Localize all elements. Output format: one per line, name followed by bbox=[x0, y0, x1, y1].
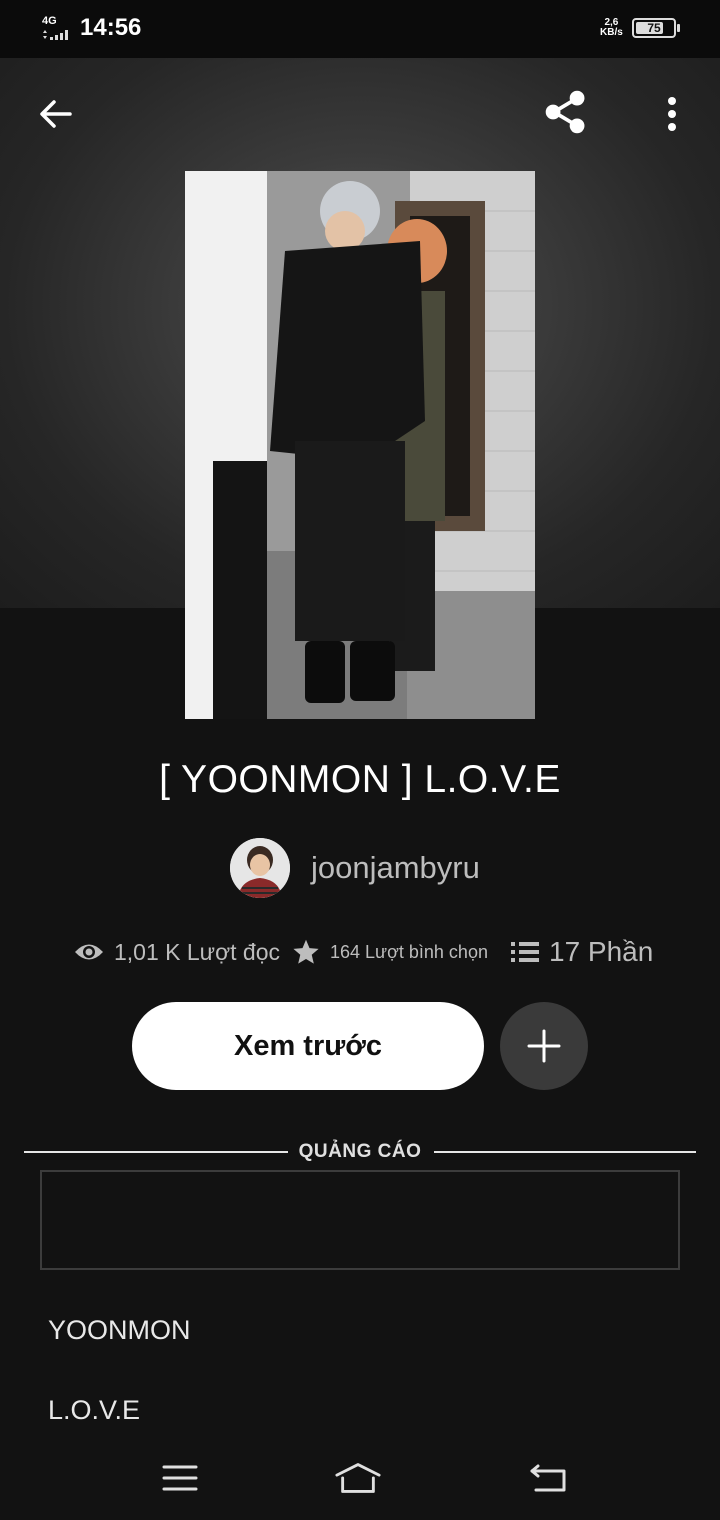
author-avatar[interactable] bbox=[230, 838, 290, 898]
battery-nub bbox=[677, 24, 680, 32]
network-speed-unit: KB/s bbox=[600, 27, 623, 38]
system-nav-bar bbox=[0, 1440, 720, 1520]
arrow-left-icon bbox=[40, 100, 72, 128]
preview-button[interactable]: Xem trước bbox=[132, 1002, 484, 1090]
avatar-image bbox=[230, 838, 290, 898]
parts-stat: 17 Phần bbox=[511, 930, 653, 974]
story-stats: 1,01 K Lượt đọc 164 Lượt bình chọn 17 Ph… bbox=[0, 930, 720, 974]
back-button[interactable] bbox=[32, 90, 80, 138]
home-icon bbox=[335, 1463, 381, 1493]
author-name[interactable]: joonjambyru bbox=[311, 850, 480, 886]
battery-level: 75 bbox=[647, 21, 661, 35]
menu-icon bbox=[162, 1465, 198, 1491]
plus-icon bbox=[527, 1029, 561, 1063]
star-icon bbox=[293, 939, 319, 964]
cover-photo bbox=[185, 171, 535, 719]
share-button[interactable] bbox=[542, 88, 590, 136]
votes-count: 164 Lượt bình chọn bbox=[330, 941, 488, 962]
network-speed: 2,6 KB/s bbox=[600, 18, 623, 38]
parts-count: 17 Phần bbox=[549, 936, 654, 967]
back-icon bbox=[530, 1464, 566, 1492]
system-back-button[interactable] bbox=[524, 1454, 572, 1502]
description-line: L.O.V.E bbox=[48, 1395, 141, 1425]
network-type: 4G bbox=[42, 15, 57, 27]
more-options-button[interactable] bbox=[648, 90, 696, 138]
home-button[interactable] bbox=[334, 1454, 382, 1502]
add-to-library-button[interactable] bbox=[500, 1002, 588, 1090]
clock: 14:56 bbox=[80, 14, 142, 41]
story-cover-image[interactable] bbox=[185, 171, 535, 719]
eye-icon bbox=[75, 944, 103, 960]
description-line: YOONMON bbox=[48, 1315, 191, 1345]
list-icon bbox=[511, 942, 539, 962]
status-bar: 4G 14:56 2,6 KB/s 75 bbox=[0, 0, 720, 58]
votes-stat: 164 Lượt bình chọn bbox=[292, 930, 488, 974]
author-row[interactable]: joonjambyru bbox=[230, 838, 480, 898]
share-icon bbox=[545, 90, 585, 134]
ad-container[interactable] bbox=[40, 1170, 680, 1270]
more-vertical-icon bbox=[668, 97, 676, 131]
reads-count: 1,01 K Lượt đọc bbox=[114, 938, 281, 965]
story-title: [ YOONMON ] L.O.V.E bbox=[159, 758, 561, 801]
ad-label: QUẢNG CÁO bbox=[298, 1141, 422, 1162]
reads-stat: 1,01 K Lượt đọc bbox=[74, 930, 280, 974]
signal-icon bbox=[43, 30, 68, 40]
battery-icon: 75 bbox=[632, 18, 676, 38]
recent-apps-button[interactable] bbox=[156, 1454, 204, 1502]
